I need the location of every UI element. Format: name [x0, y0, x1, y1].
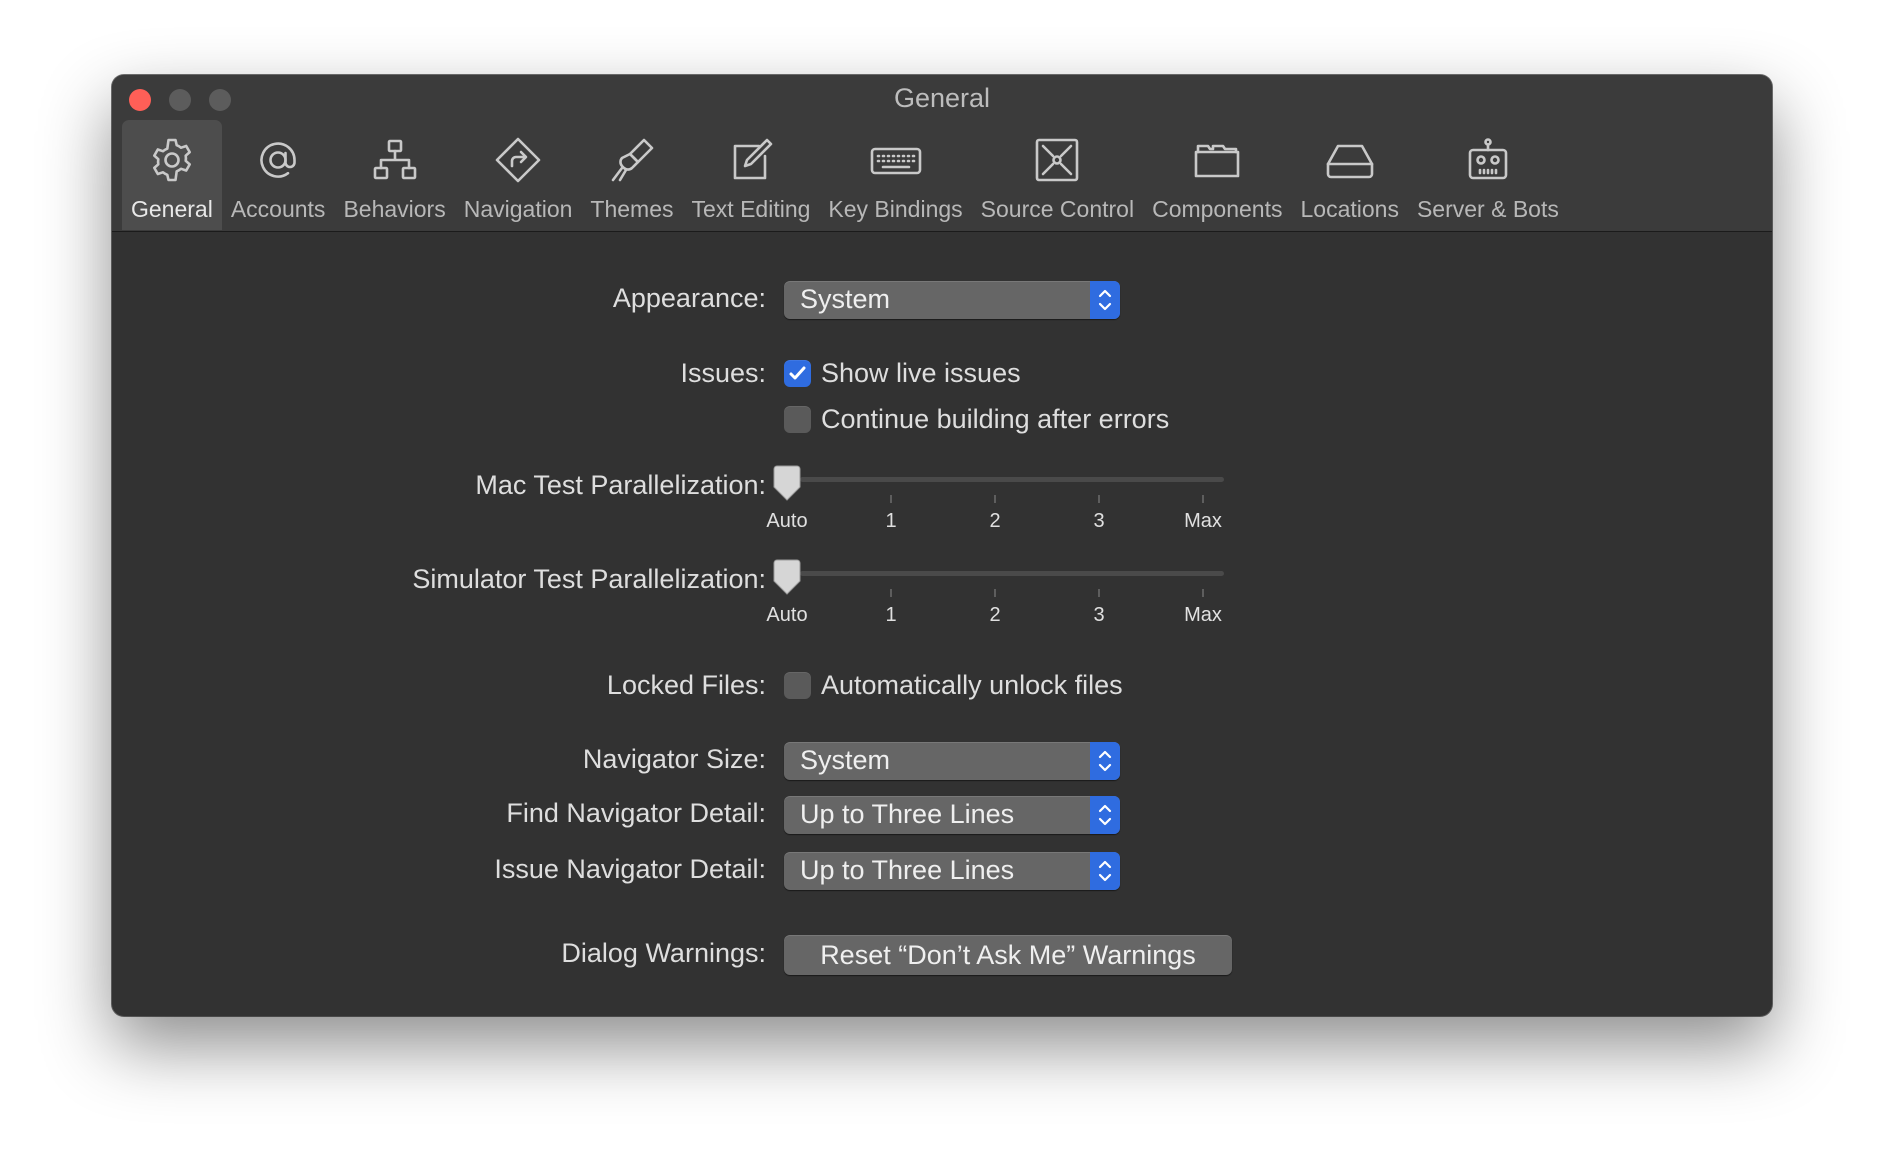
- show-live-issues-checkbox[interactable]: [784, 360, 811, 387]
- tab-locations[interactable]: Locations: [1292, 120, 1408, 230]
- auto-unlock-label[interactable]: Automatically unlock files: [821, 670, 1123, 701]
- at-sign-icon: [250, 132, 306, 188]
- mac-parallelization-slider[interactable]: Auto 1 2 3 Max: [766, 465, 1246, 537]
- tab-label: Text Editing: [691, 196, 811, 222]
- issues-label: Issues:: [680, 358, 766, 388]
- continue-building-checkbox[interactable]: [784, 406, 811, 433]
- locked-files-label: Locked Files:: [606, 670, 766, 700]
- popup-value: System: [800, 745, 891, 775]
- gear-icon: [144, 132, 200, 188]
- tab-label: Themes: [590, 196, 674, 222]
- popup-value: Up to Three Lines: [800, 855, 1015, 885]
- slider-tick: [1098, 589, 1100, 597]
- slider-knob[interactable]: [771, 465, 803, 503]
- tick-label: 2: [989, 510, 1001, 532]
- simulator-parallelization-label: Simulator Test Parallelization:: [412, 564, 766, 594]
- tab-general[interactable]: General: [122, 120, 222, 230]
- chevron-up-down-icon: [1090, 796, 1120, 834]
- title-bar: General General Accounts Behaviors Navig…: [112, 75, 1772, 232]
- tab-label: Accounts: [230, 196, 326, 222]
- find-navigator-detail-label: Find Navigator Detail:: [506, 798, 766, 828]
- popup-value: Up to Three Lines: [800, 799, 1015, 829]
- slider-tick: [994, 495, 996, 503]
- drive-icon: [1322, 132, 1378, 188]
- auto-unlock-checkbox[interactable]: [784, 672, 811, 699]
- tick-label: Auto: [766, 604, 808, 626]
- tab-themes[interactable]: Themes: [581, 120, 682, 230]
- tick-label: 1: [885, 510, 897, 532]
- slider-tick: [890, 495, 892, 503]
- tick-label: 3: [1093, 604, 1105, 626]
- tab-label: Components: [1152, 196, 1283, 222]
- source-control-icon: [1029, 132, 1085, 188]
- tab-label: General: [131, 196, 213, 222]
- tick-label: Max: [1184, 510, 1222, 532]
- tab-behaviors[interactable]: Behaviors: [334, 120, 454, 230]
- tick-label: 1: [885, 604, 897, 626]
- keyboard-icon: [868, 132, 924, 188]
- tick-label: 2: [989, 604, 1001, 626]
- simulator-parallelization-slider[interactable]: Auto 1 2 3 Max: [766, 559, 1246, 631]
- slider-tick: [1098, 495, 1100, 503]
- navigation-diamond-icon: [490, 132, 546, 188]
- checkmark-icon: [789, 366, 806, 380]
- tab-label: Source Control: [980, 196, 1135, 222]
- popup-value: System: [800, 284, 891, 314]
- pencil-square-icon: [723, 132, 779, 188]
- issue-navigator-detail-popup[interactable]: Up to Three Lines: [784, 852, 1120, 890]
- tab-navigation[interactable]: Navigation: [455, 120, 582, 230]
- tab-label: Key Bindings: [828, 196, 963, 222]
- general-settings-pane: Appearance: System Issues: Show live iss…: [112, 232, 1772, 1016]
- tab-label: Locations: [1300, 196, 1399, 222]
- tab-source-control[interactable]: Source Control: [972, 120, 1143, 230]
- slider-track: [800, 571, 1224, 576]
- folder-icon: [1189, 132, 1245, 188]
- paintbrush-icon: [604, 132, 660, 188]
- preferences-toolbar: General Accounts Behaviors Navigation Th…: [122, 120, 1568, 230]
- show-live-issues-label[interactable]: Show live issues: [821, 358, 1021, 389]
- mac-parallelization-label: Mac Test Parallelization:: [475, 470, 766, 500]
- slider-tick: [994, 589, 996, 597]
- dialog-warnings-label: Dialog Warnings:: [561, 938, 766, 968]
- navigator-size-popup[interactable]: System: [784, 742, 1120, 780]
- tab-label: Behaviors: [343, 196, 446, 222]
- appearance-label: Appearance:: [612, 283, 766, 313]
- chevron-up-down-icon: [1090, 281, 1120, 319]
- slider-tick: [890, 589, 892, 597]
- tab-label: Navigation: [463, 196, 573, 222]
- chevron-up-down-icon: [1090, 852, 1120, 890]
- find-navigator-detail-popup[interactable]: Up to Three Lines: [784, 796, 1120, 834]
- slider-knob[interactable]: [771, 559, 803, 597]
- window-title: General: [893, 83, 991, 113]
- reset-warnings-button[interactable]: Reset “Don’t Ask Me” Warnings: [784, 935, 1232, 975]
- hierarchy-icon: [367, 132, 423, 188]
- slider-tick: [1202, 589, 1204, 597]
- appearance-popup[interactable]: System: [784, 281, 1120, 319]
- tab-components[interactable]: Components: [1143, 120, 1291, 230]
- tab-server-bots[interactable]: Server & Bots: [1408, 120, 1568, 230]
- tab-text-editing[interactable]: Text Editing: [683, 120, 820, 230]
- tab-label: Server & Bots: [1416, 196, 1559, 222]
- tab-accounts[interactable]: Accounts: [222, 120, 335, 230]
- chevron-up-down-icon: [1090, 742, 1120, 780]
- preferences-window: General General Accounts Behaviors Navig…: [112, 75, 1772, 1016]
- continue-building-label[interactable]: Continue building after errors: [821, 404, 1169, 435]
- navigator-size-label: Navigator Size:: [582, 744, 766, 774]
- tick-label: Max: [1184, 604, 1222, 626]
- tick-label: Auto: [766, 510, 808, 532]
- tab-key-bindings[interactable]: Key Bindings: [819, 120, 971, 230]
- tick-label: 3: [1093, 510, 1105, 532]
- robot-icon: [1460, 132, 1516, 188]
- slider-track: [800, 477, 1224, 482]
- issue-navigator-detail-label: Issue Navigator Detail:: [494, 854, 766, 884]
- slider-tick: [1202, 495, 1204, 503]
